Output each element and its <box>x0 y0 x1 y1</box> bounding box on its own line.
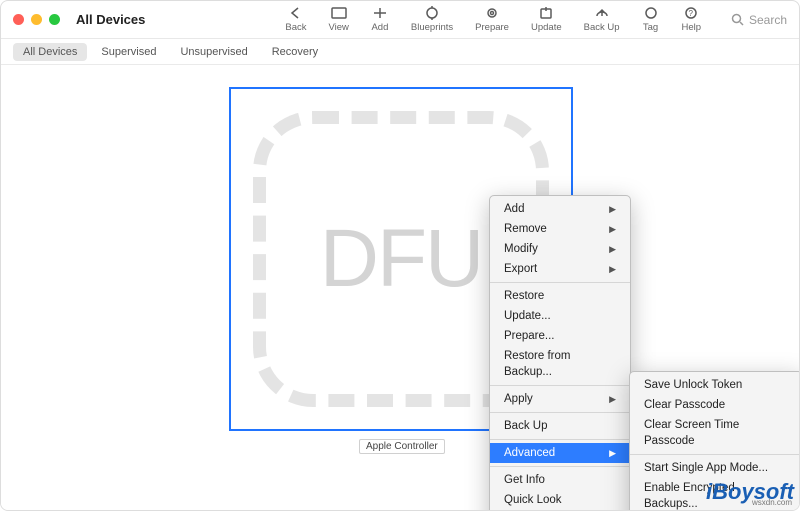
tab-recovery[interactable]: Recovery <box>262 43 328 61</box>
submenu-encrypted-backups[interactable]: Enable Encrypted Backups... <box>630 478 800 511</box>
toolbar-label: Back Up <box>584 22 620 33</box>
update-icon <box>537 6 555 20</box>
filter-tabs: All Devices Supervised Unsupervised Reco… <box>1 39 799 65</box>
menu-advanced[interactable]: Advanced▶ <box>490 443 630 463</box>
prepare-button[interactable]: Prepare <box>475 6 509 33</box>
chevron-right-icon: ▶ <box>609 201 616 217</box>
submenu-clear-passcode[interactable]: Clear Passcode <box>630 395 800 415</box>
submenu-clear-screentime[interactable]: Clear Screen Time Passcode <box>630 415 800 451</box>
menu-remove[interactable]: Remove▶ <box>490 219 630 239</box>
chevron-right-icon: ▶ <box>609 261 616 277</box>
device-label: Apple Controller <box>359 439 445 454</box>
blueprint-icon <box>423 6 441 20</box>
tab-unsupervised[interactable]: Unsupervised <box>170 43 257 61</box>
menu-separator <box>490 385 630 386</box>
minimize-icon[interactable] <box>31 14 42 25</box>
chevron-right-icon: ▶ <box>609 241 616 257</box>
help-icon: ? <box>682 6 700 20</box>
plus-icon <box>371 6 389 20</box>
menu-apply[interactable]: Apply▶ <box>490 389 630 409</box>
add-button[interactable]: Add <box>371 6 389 33</box>
submenu-save-token[interactable]: Save Unlock Token <box>630 375 800 395</box>
menu-backup[interactable]: Back Up <box>490 416 630 436</box>
menu-separator <box>490 412 630 413</box>
dfu-text: DFU <box>320 212 483 306</box>
tag-button[interactable]: Tag <box>642 6 660 33</box>
app-window: All Devices Back View Add Blueprints Pre… <box>0 0 800 511</box>
menu-separator <box>630 454 800 455</box>
toolbar-label: Help <box>682 22 702 33</box>
toolbar-label: Prepare <box>475 22 509 33</box>
toolbar-label: Tag <box>643 22 658 33</box>
menu-getinfo[interactable]: Get Info <box>490 470 630 490</box>
grid-icon <box>330 6 348 20</box>
menu-prepare[interactable]: Prepare... <box>490 326 630 346</box>
search-input[interactable]: Search <box>731 13 787 27</box>
chevron-right-icon: ▶ <box>609 221 616 237</box>
tag-icon <box>642 6 660 20</box>
zoom-icon[interactable] <box>49 14 60 25</box>
close-icon[interactable] <box>13 14 24 25</box>
backup-icon <box>593 6 611 20</box>
window-controls <box>13 14 60 25</box>
menu-export[interactable]: Export▶ <box>490 259 630 279</box>
submenu-advanced: Save Unlock Token Clear Passcode Clear S… <box>629 371 800 511</box>
menu-add[interactable]: Add▶ <box>490 199 630 219</box>
menu-separator <box>490 282 630 283</box>
menu-update[interactable]: Update... <box>490 306 630 326</box>
view-button[interactable]: View <box>329 6 349 33</box>
gear-icon <box>483 6 501 20</box>
toolbar-label: Back <box>285 22 306 33</box>
toolbar-label: Add <box>371 22 388 33</box>
help-button[interactable]: ? Help <box>682 6 702 33</box>
toolbar-label: Update <box>531 22 562 33</box>
svg-text:?: ? <box>689 9 694 18</box>
toolbar-label: View <box>329 22 349 33</box>
backup-button[interactable]: Back Up <box>584 6 620 33</box>
window-title: All Devices <box>76 12 145 27</box>
menu-modify[interactable]: Modify▶ <box>490 239 630 259</box>
chevron-right-icon: ▶ <box>609 391 616 407</box>
menu-restore[interactable]: Restore <box>490 286 630 306</box>
back-button[interactable]: Back <box>285 6 306 33</box>
menu-separator <box>490 466 630 467</box>
titlebar: All Devices Back View Add Blueprints Pre… <box>1 1 799 39</box>
chevron-left-icon <box>287 6 305 20</box>
menu-restore-backup[interactable]: Restore from Backup... <box>490 346 630 382</box>
context-menu: Add▶ Remove▶ Modify▶ Export▶ Restore Upd… <box>489 195 631 511</box>
submenu-single-app[interactable]: Start Single App Mode... <box>630 458 800 478</box>
menu-quicklook[interactable]: Quick Look <box>490 490 630 510</box>
search-placeholder: Search <box>749 13 787 27</box>
update-button[interactable]: Update <box>531 6 562 33</box>
tab-all-devices[interactable]: All Devices <box>13 43 87 61</box>
content-area: DFU Apple Controller Add▶ Remove▶ Modify… <box>1 65 799 510</box>
search-icon <box>731 13 744 26</box>
tab-supervised[interactable]: Supervised <box>91 43 166 61</box>
chevron-right-icon: ▶ <box>609 445 616 461</box>
menu-separator <box>490 439 630 440</box>
blueprints-button[interactable]: Blueprints <box>411 6 453 33</box>
toolbar: Back View Add Blueprints Prepare Update <box>285 6 701 33</box>
toolbar-label: Blueprints <box>411 22 453 33</box>
